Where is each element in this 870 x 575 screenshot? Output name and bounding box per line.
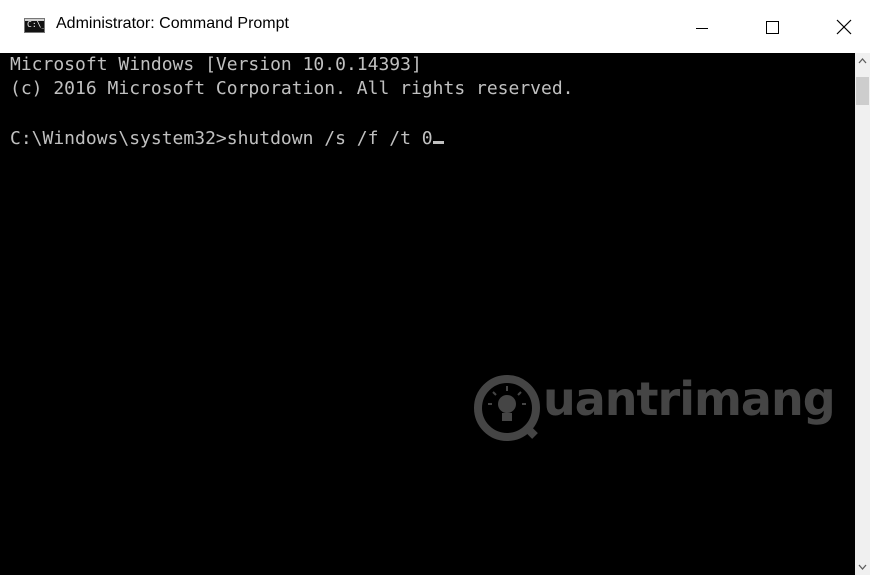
maximize-icon (766, 21, 779, 34)
console-output[interactable]: Microsoft Windows [Version 10.0.14393] (… (0, 53, 855, 575)
console-line-copyright: (c) 2016 Microsoft Corporation. All righ… (10, 78, 574, 99)
close-button[interactable] (820, 0, 866, 53)
vertical-scrollbar[interactable] (855, 53, 870, 575)
minimize-icon (696, 28, 708, 29)
scroll-down-button[interactable] (855, 558, 870, 575)
title-bar[interactable]: C:\_ Administrator: Command Prompt (0, 0, 870, 53)
cmd-icon[interactable]: C:\_ (24, 18, 45, 33)
chevron-down-icon (858, 564, 867, 570)
watermark-text: uantrimang (543, 372, 836, 426)
command-prompt-window: C:\_ Administrator: Command Prompt Micro… (0, 0, 870, 575)
watermark: uantrimang (473, 370, 836, 442)
console-line-version: Microsoft Windows [Version 10.0.14393] (10, 54, 422, 75)
console-command-text: C:\Windows\system32>shutdown /s /f /t 0 (10, 128, 433, 149)
scroll-up-button[interactable] (855, 53, 870, 70)
close-icon (836, 19, 852, 35)
console-command-line[interactable]: C:\Windows\system32>shutdown /s /f /t 0 (10, 128, 444, 150)
scroll-thumb[interactable] (856, 77, 869, 105)
maximize-button[interactable] (749, 0, 795, 53)
lightbulb-logo-icon (474, 375, 540, 441)
cmd-icon-text: C:\_ (27, 20, 45, 29)
text-cursor (432, 141, 444, 144)
chevron-up-icon (858, 58, 867, 64)
window-title: Administrator: Command Prompt (56, 15, 289, 32)
minimize-button[interactable] (683, 0, 729, 53)
